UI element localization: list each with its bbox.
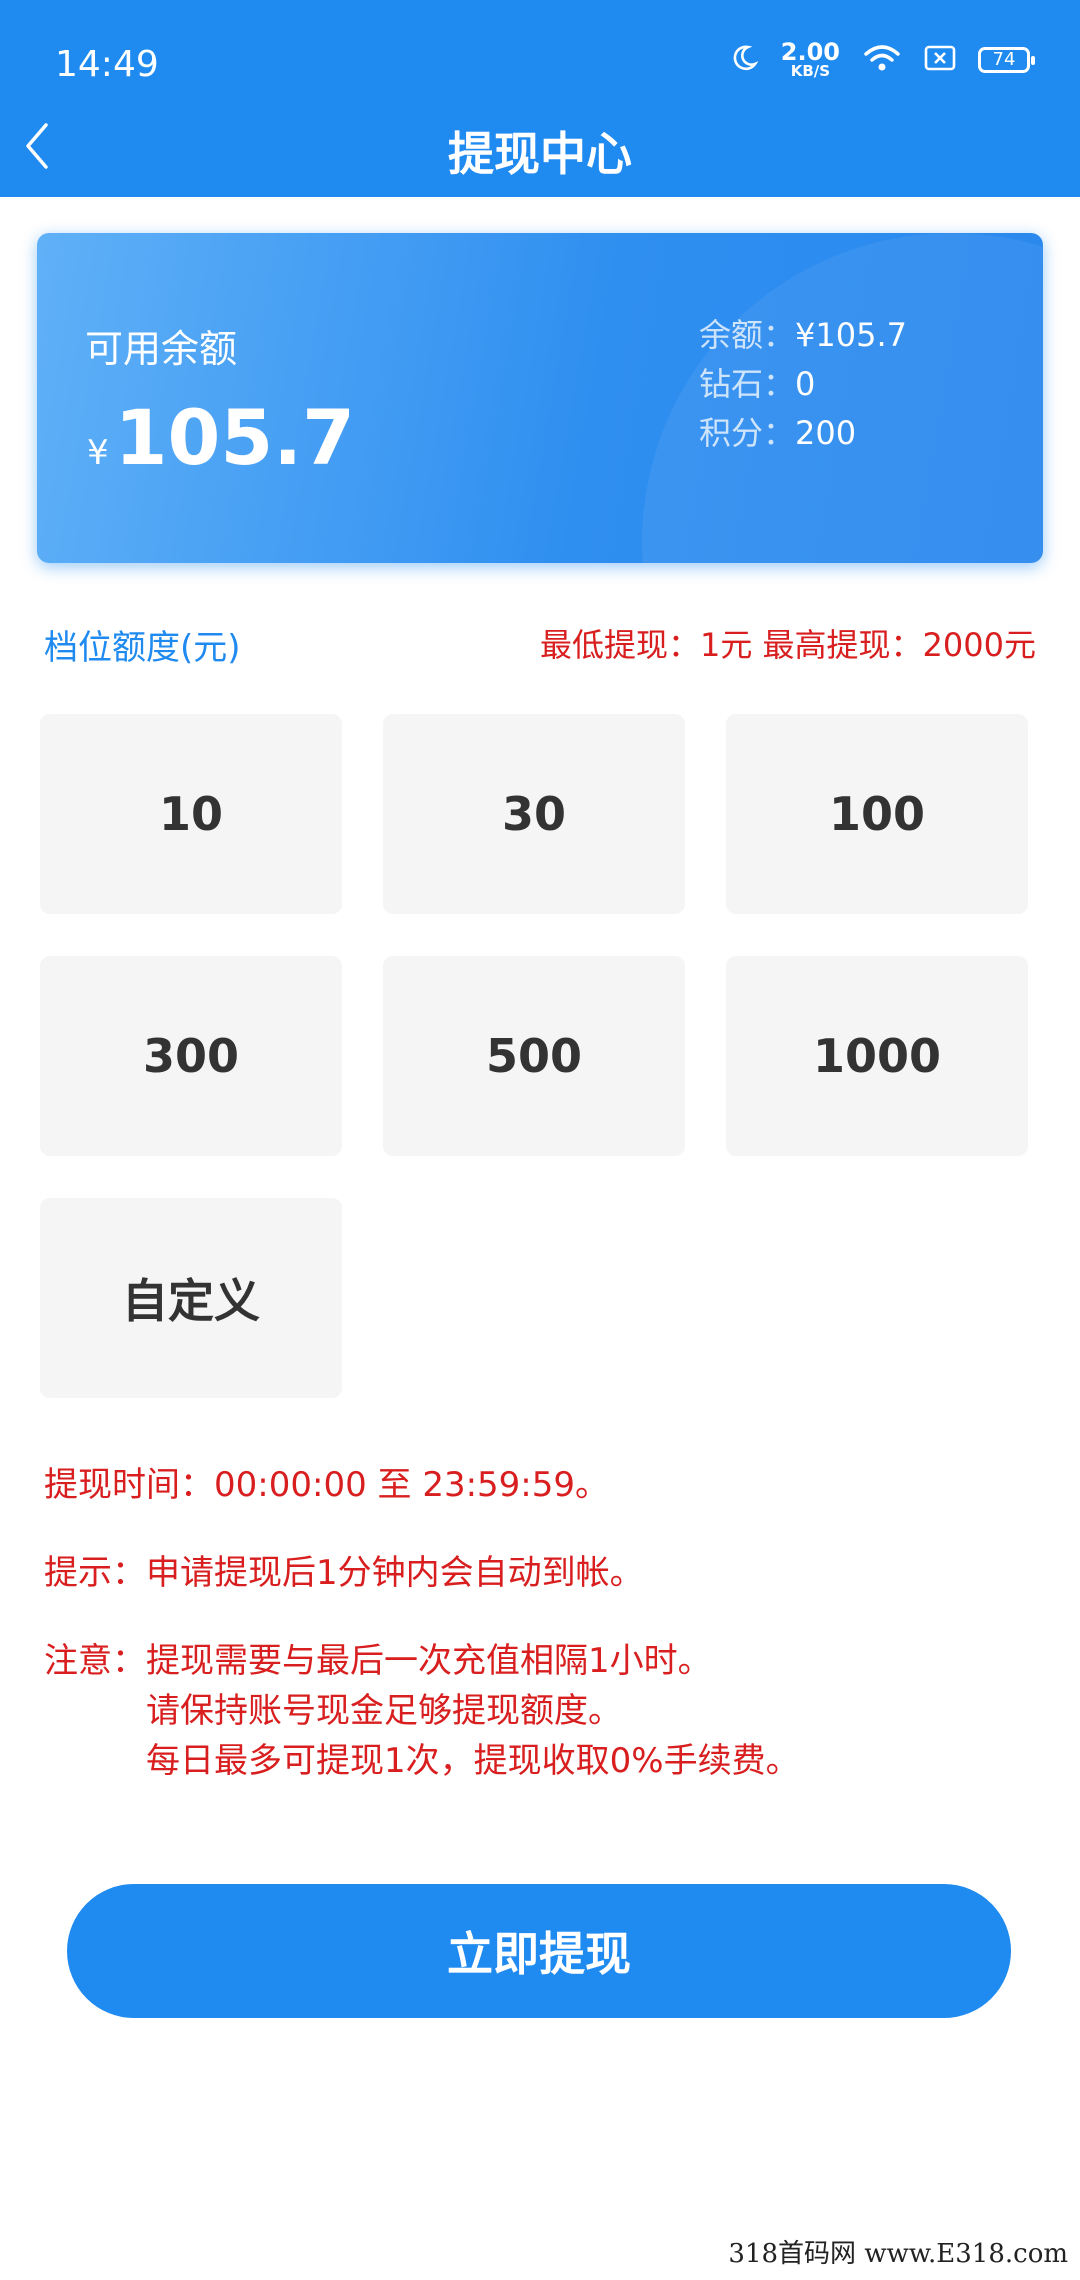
warning-line: 请保持账号现金足够提现额度。 xyxy=(146,1691,622,1731)
warning-line: 每日最多可提现1次，提现收取0%手续费。 xyxy=(146,1741,800,1781)
amount-option-10[interactable]: 10 xyxy=(40,714,342,914)
page-title: 提现中心 xyxy=(448,127,632,181)
available-balance-amount: ¥ 105.7 xyxy=(87,393,355,482)
summary-balance: 余额：¥105.7 xyxy=(699,316,907,354)
available-balance-label: 可用余额 xyxy=(85,327,238,371)
balance-card: 可用余额 ¥ 105.7 余额：¥105.7 钻石：0 积分：200 xyxy=(37,233,1043,563)
summary-points: 积分：200 xyxy=(699,414,857,452)
network-speed: 2.00 KB/S xyxy=(780,38,840,80)
wifi-icon xyxy=(862,42,902,78)
amount-option-30[interactable]: 30 xyxy=(383,714,685,914)
warning-note: 注意： 提现需要与最后一次充值相隔1小时。 请保持账号现金足够提现额度。 每日最… xyxy=(44,1636,800,1786)
withdraw-limits: 最低提现：1元 最高提现：2000元 xyxy=(540,626,1036,664)
amount-option-100[interactable]: 100 xyxy=(726,714,1028,914)
currency-symbol: ¥ xyxy=(87,433,109,473)
amount-option-300[interactable]: 300 xyxy=(40,956,342,1156)
sim-icon xyxy=(924,44,956,76)
balance-value: 105.7 xyxy=(114,393,356,482)
summary-diamonds: 钻石：0 xyxy=(699,365,816,403)
warning-line: 提现需要与最后一次充值相隔1小时。 xyxy=(146,1641,712,1681)
withdraw-now-button[interactable]: 立即提现 xyxy=(67,1884,1011,2018)
amount-option-500[interactable]: 500 xyxy=(383,956,685,1156)
app-header: 14:49 2.00 KB/S 74 提现中心 xyxy=(0,0,1080,197)
moon-icon xyxy=(729,43,759,77)
status-icons: 2.00 KB/S 74 xyxy=(729,38,1035,80)
watermark: 318首码网 www.E318.com xyxy=(728,2239,1068,2269)
status-time: 14:49 xyxy=(55,44,159,85)
withdraw-time-note: 提现时间： 00:00:00 至 23:59:59。 xyxy=(44,1465,610,1505)
tip-note: 提示： 申请提现后1分钟内会自动到帐。 xyxy=(44,1553,644,1593)
tier-heading: 档位额度(元) xyxy=(44,628,241,668)
account-summary: 余额：¥105.7 钻石：0 积分：200 xyxy=(699,311,907,458)
amount-option-1000[interactable]: 1000 xyxy=(726,956,1028,1156)
battery-icon: 74 xyxy=(978,46,1035,73)
withdraw-notes: 提现时间： 00:00:00 至 23:59:59。 提示： 申请提现后1分钟内会自… xyxy=(44,1460,800,1786)
amount-option-custom[interactable]: 自定义 xyxy=(40,1198,342,1398)
